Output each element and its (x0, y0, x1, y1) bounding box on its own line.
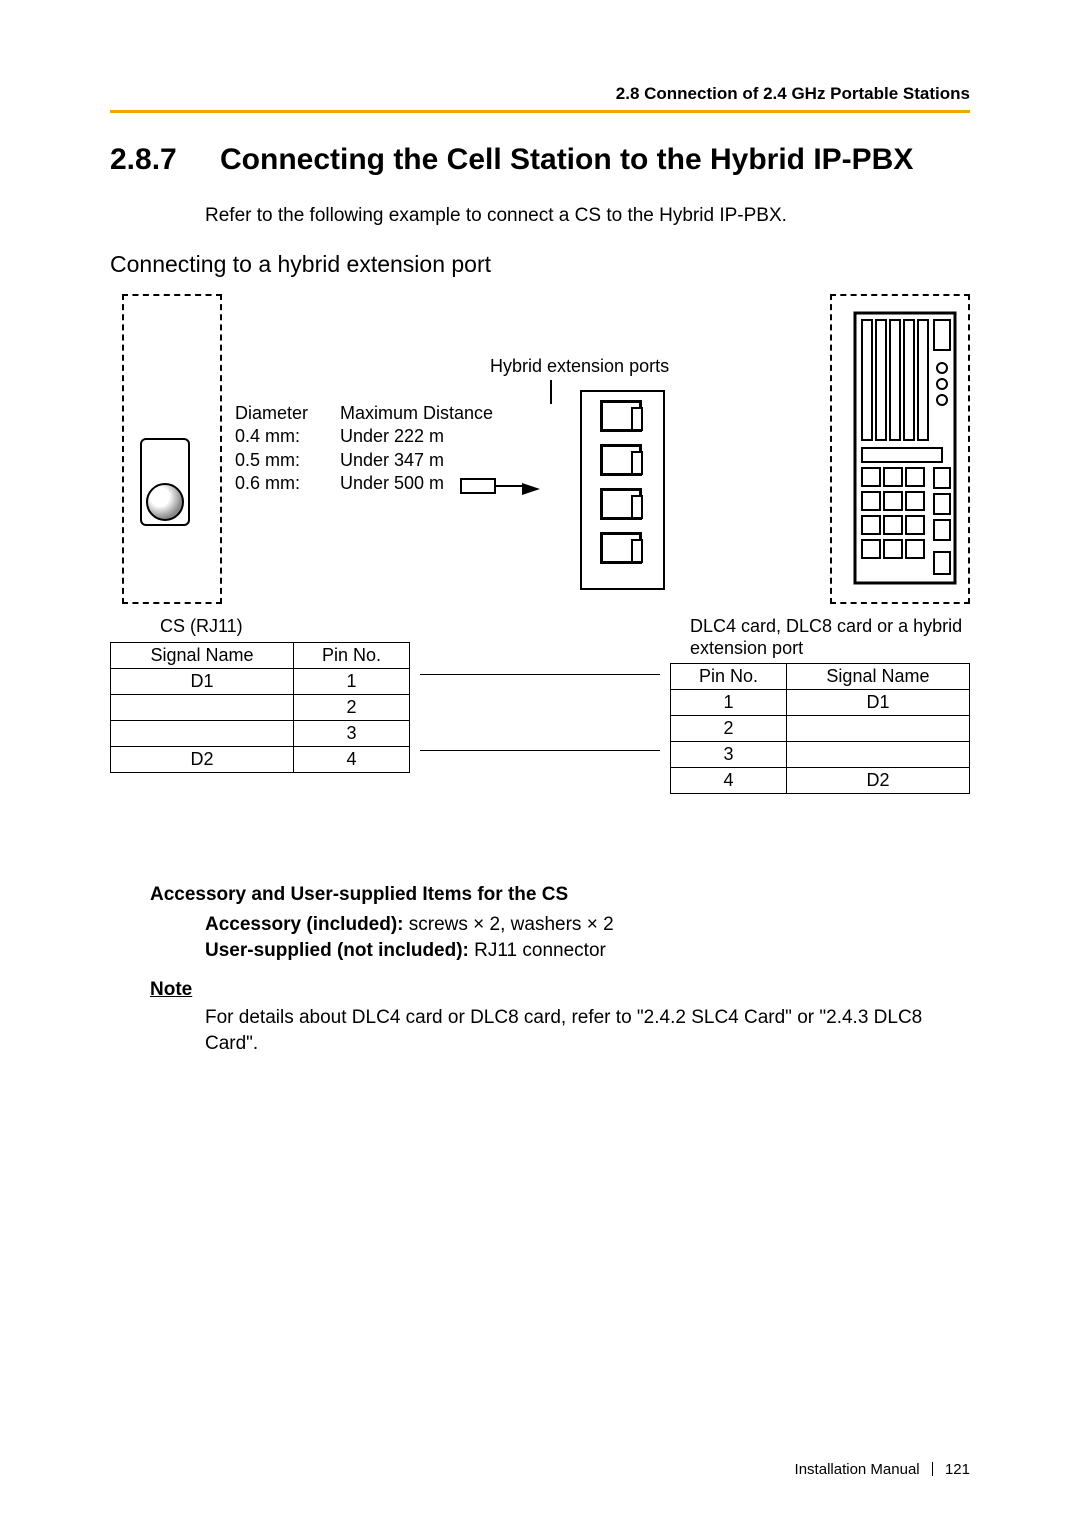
pbx-chassis-icon (850, 308, 960, 588)
cable-header-diameter: Diameter (235, 402, 340, 425)
hybrid-ports-label: Hybrid extension ports (490, 356, 669, 377)
section-heading: 2.8.7Connecting the Cell Station to the … (110, 143, 970, 177)
port-icon (600, 400, 642, 432)
port-icon (600, 488, 642, 520)
cell-station-jack-icon (146, 483, 184, 521)
left-pin-caption: CS (RJ11) (160, 616, 410, 638)
port-icon (600, 444, 642, 476)
footer-manual: Installation Manual (795, 1461, 920, 1478)
cable-row: 0.6 mm: (235, 472, 340, 495)
table-row: 4D2 (671, 768, 970, 794)
accessory-heading: Accessory and User-supplied Items for th… (150, 884, 970, 906)
table-row: 1D1 (671, 690, 970, 716)
left-pin-table: Signal NamePin No. D11 2 3 D24 (110, 642, 410, 773)
cable-distance-table: DiameterMaximum Distance 0.4 mm:Under 22… (235, 402, 493, 496)
cable-row: 0.4 mm: (235, 425, 340, 448)
intro-text: Refer to the following example to connec… (205, 205, 970, 227)
arrow-line (496, 485, 524, 487)
table-row: 2 (671, 716, 970, 742)
note-text: For details about DLC4 card or DLC8 card… (205, 1005, 970, 1056)
right-pin-caption: DLC4 card, DLC8 card or a hybrid extensi… (690, 616, 970, 659)
port-icon (600, 532, 642, 564)
header-rule (110, 110, 970, 113)
cable-row: 0.5 mm: (235, 449, 340, 472)
pinout-area: CS (RJ11) Signal NamePin No. D11 2 3 D24… (110, 616, 970, 794)
rj11-plug-icon (460, 478, 496, 494)
table-row: D11 (111, 668, 410, 694)
footer-separator (932, 1462, 933, 1476)
col-header: Signal Name (111, 642, 294, 668)
page-footer: Installation Manual 121 (795, 1461, 970, 1478)
note-heading: Note (150, 979, 970, 1001)
table-row: 2 (111, 694, 410, 720)
subsection-heading: Connecting to a hybrid extension port (110, 251, 970, 278)
pin-wires (420, 616, 660, 794)
table-row: D24 (111, 746, 410, 772)
cable-header-distance: Maximum Distance (340, 402, 493, 425)
table-row: 3 (111, 720, 410, 746)
cable-row: Under 500 m (340, 472, 444, 495)
footer-page-number: 121 (945, 1461, 970, 1478)
section-title: Connecting the Cell Station to the Hybri… (220, 143, 913, 176)
col-header: Pin No. (294, 642, 410, 668)
running-header: 2.8 Connection of 2.4 GHz Portable Stati… (110, 84, 970, 104)
right-pin-table: Pin No.Signal Name 1D1 2 3 4D2 (670, 663, 970, 794)
accessory-included: Accessory (included): screws × 2, washer… (205, 912, 970, 938)
col-header: Signal Name (786, 664, 969, 690)
accessory-user-supplied: User-supplied (not included): RJ11 conne… (205, 938, 970, 964)
cable-row: Under 222 m (340, 425, 444, 448)
table-row: 3 (671, 742, 970, 768)
hybrid-ports-leader (550, 380, 552, 404)
cable-row: Under 347 m (340, 449, 444, 472)
connection-diagram: DiameterMaximum Distance 0.4 mm:Under 22… (110, 288, 970, 608)
section-number: 2.8.7 (110, 143, 220, 177)
col-header: Pin No. (671, 664, 787, 690)
